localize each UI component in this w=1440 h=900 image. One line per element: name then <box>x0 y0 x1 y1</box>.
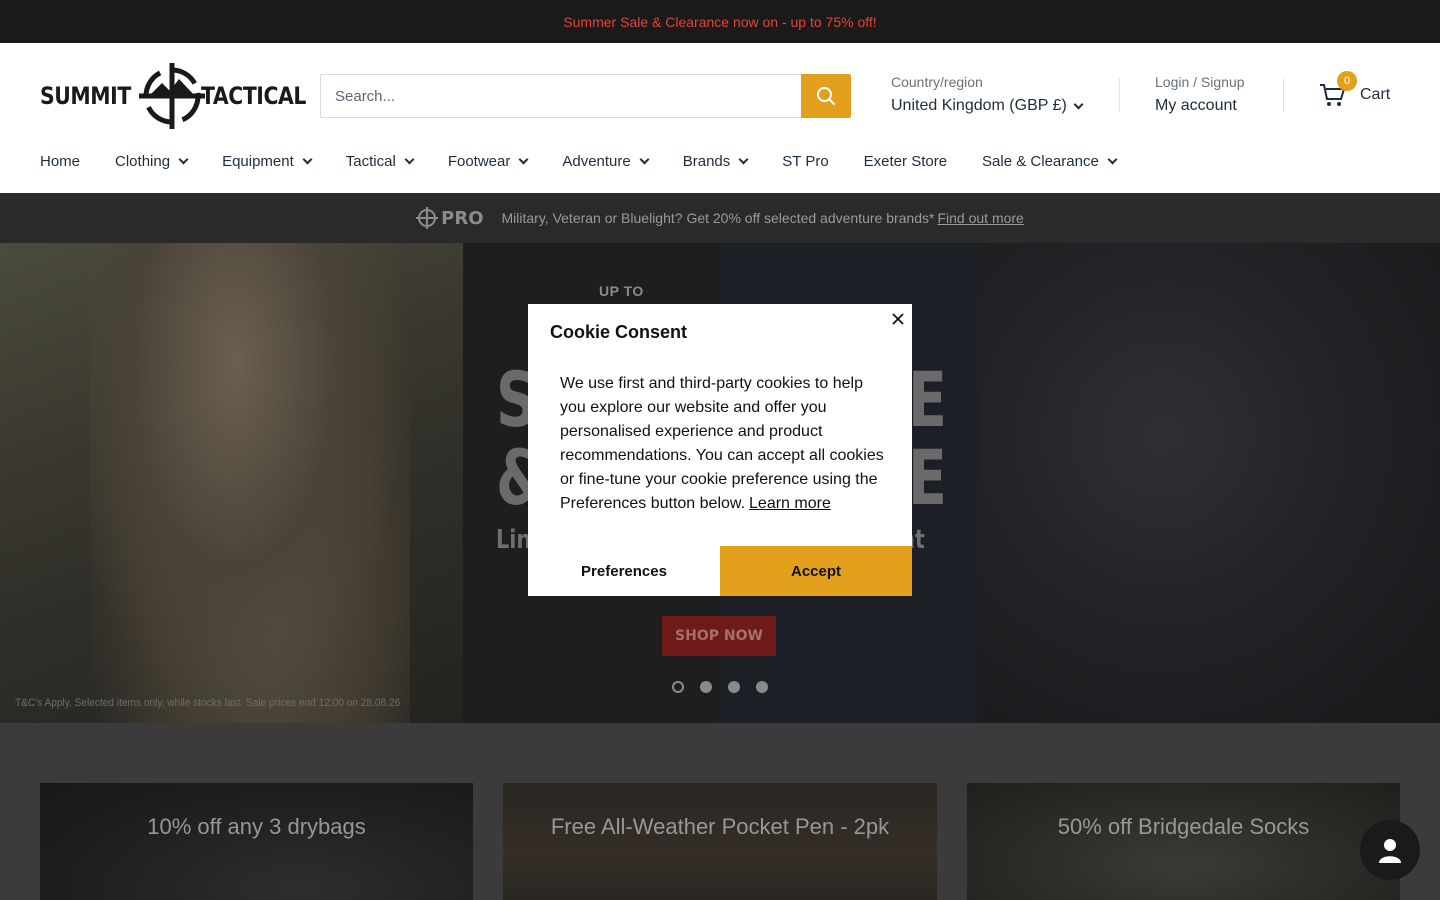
cookie-consent-dialog: Cookie Consent We use first and third-pa… <box>528 304 912 596</box>
nav-item-adventure[interactable]: Adventure <box>562 151 650 171</box>
hero-subline-left: Lin <box>496 525 532 555</box>
offer-card-drybags[interactable]: 10% off any 3 drybags <box>40 783 473 900</box>
main-navigation: Home Clothing Equipment Tactical Footwea… <box>40 151 1118 171</box>
chevron-down-icon <box>639 154 650 164</box>
offer-cards-section: 10% off any 3 drybags Free All-Weather P… <box>0 723 1440 900</box>
logo-word-left: SUMMIT <box>40 82 131 110</box>
offer-card-label: 10% off any 3 drybags <box>147 813 366 839</box>
nav-label: Brands <box>682 152 731 170</box>
carousel-dot-2[interactable] <box>700 681 712 693</box>
divider <box>1283 78 1284 112</box>
offer-card-pocket-pen[interactable]: Free All-Weather Pocket Pen - 2pk <box>503 783 937 900</box>
find-out-more-link[interactable]: Find out more <box>937 210 1023 226</box>
learn-more-link[interactable]: Learn more <box>749 495 831 512</box>
nav-label: Home <box>40 152 81 170</box>
cart-count-badge: 0 <box>1337 71 1357 91</box>
country-value-text: United Kingdom (GBP £) <box>891 97 1067 114</box>
chevron-down-icon <box>738 154 749 164</box>
nav-item-brands[interactable]: Brands <box>682 151 749 171</box>
account-link[interactable]: Login / Signup My account <box>1155 74 1275 115</box>
accept-button[interactable]: Accept <box>720 546 912 596</box>
nav-label: Tactical <box>345 152 396 170</box>
announcement-text[interactable]: Summer Sale & Clearance now on - up to 7… <box>563 14 876 30</box>
nav-label: Adventure <box>562 152 631 170</box>
preferences-button[interactable]: Preferences <box>528 546 720 596</box>
nav-item-footwear[interactable]: Footwear <box>447 151 529 171</box>
carousel-dot-1[interactable] <box>672 681 684 693</box>
country-label: Country/region <box>891 74 983 90</box>
shop-now-button[interactable]: SHOP NOW <box>662 616 776 656</box>
nav-item-st-pro[interactable]: ST Pro <box>782 151 828 171</box>
carousel-dot-3[interactable] <box>728 681 740 693</box>
hero-image-jacket <box>977 243 1440 723</box>
cart-label: Cart <box>1360 86 1391 103</box>
chevron-down-icon <box>518 154 529 164</box>
logo-word-right: TACTICAL <box>200 82 306 110</box>
offer-card-label: 50% off Bridgedale Socks <box>1057 813 1310 839</box>
pro-promo-strip: PRO Military, Veteran or Bluelight? Get … <box>0 193 1440 243</box>
hero-image-soldier <box>0 243 463 723</box>
pro-badge: PRO <box>416 207 484 229</box>
pro-promo-text: Military, Veteran or Bluelight? Get 20% … <box>502 210 1024 226</box>
nav-label: Sale & Clearance <box>982 152 1099 170</box>
hero-eyebrow: UP TO <box>599 283 644 299</box>
chevron-down-icon <box>404 154 415 164</box>
crosshair-logo-icon <box>416 207 439 229</box>
nav-item-equipment[interactable]: Equipment <box>222 151 313 171</box>
chevron-down-icon <box>1107 154 1118 164</box>
my-account-link[interactable]: My account <box>1155 97 1275 115</box>
account-bubble-button[interactable] <box>1360 820 1420 880</box>
pro-promo-message: Military, Veteran or Bluelight? Get 20% … <box>501 210 935 226</box>
nav-item-home[interactable]: Home <box>40 151 80 171</box>
user-icon <box>1379 839 1401 863</box>
crosshair-logo-icon <box>138 63 205 129</box>
chevron-down-icon <box>178 154 189 164</box>
country-selector[interactable]: Country/region United Kingdom (GBP £) <box>891 74 1111 115</box>
search-icon <box>817 87 836 106</box>
offer-card-label: Free All-Weather Pocket Pen - 2pk <box>550 813 890 839</box>
offer-card-bridgedale-socks[interactable]: 50% off Bridgedale Socks <box>967 783 1400 900</box>
nav-item-exeter-store[interactable]: Exeter Store <box>864 151 947 171</box>
nav-item-tactical[interactable]: Tactical <box>345 151 415 171</box>
divider <box>1119 78 1120 112</box>
nav-label: Exeter Store <box>863 152 948 170</box>
nav-item-clothing[interactable]: Clothing <box>115 151 189 171</box>
close-icon <box>892 313 904 325</box>
chevron-down-icon <box>302 154 313 164</box>
site-header: SUMMIT TACTICAL Search... Country/region… <box>0 43 1440 193</box>
chevron-down-icon <box>1073 99 1084 109</box>
close-button[interactable] <box>889 310 907 328</box>
hero-terms: T&C's Apply. Selected items only, while … <box>15 697 401 709</box>
cookie-consent-body: We use first and third-party cookies to … <box>560 372 890 516</box>
site-logo[interactable]: SUMMIT TACTICAL <box>40 63 306 129</box>
pro-badge-text: PRO <box>441 207 484 229</box>
cookie-consent-title: Cookie Consent <box>550 322 688 342</box>
hero-headline-right-1: E <box>908 355 947 444</box>
cart-link[interactable]: 0 Cart <box>1318 71 1391 109</box>
carousel-dots <box>672 681 768 693</box>
cookie-consent-text: We use first and third-party cookies to … <box>560 375 884 512</box>
search-bar: Search... <box>320 74 851 118</box>
carousel-dot-4[interactable] <box>756 681 768 693</box>
nav-item-sale-clearance[interactable]: Sale & Clearance <box>982 151 1118 171</box>
announcement-bar: Summer Sale & Clearance now on - up to 7… <box>0 0 1440 43</box>
nav-label: ST Pro <box>782 152 829 170</box>
nav-label: Footwear <box>447 152 511 170</box>
country-value[interactable]: United Kingdom (GBP £) <box>891 97 1111 115</box>
login-signup-link[interactable]: Login / Signup <box>1155 74 1275 90</box>
hero-headline-right-2: E <box>908 433 947 522</box>
search-input[interactable]: Search... <box>320 74 801 118</box>
nav-label: Clothing <box>115 152 171 170</box>
nav-label: Equipment <box>222 152 294 170</box>
search-button[interactable] <box>801 74 851 118</box>
